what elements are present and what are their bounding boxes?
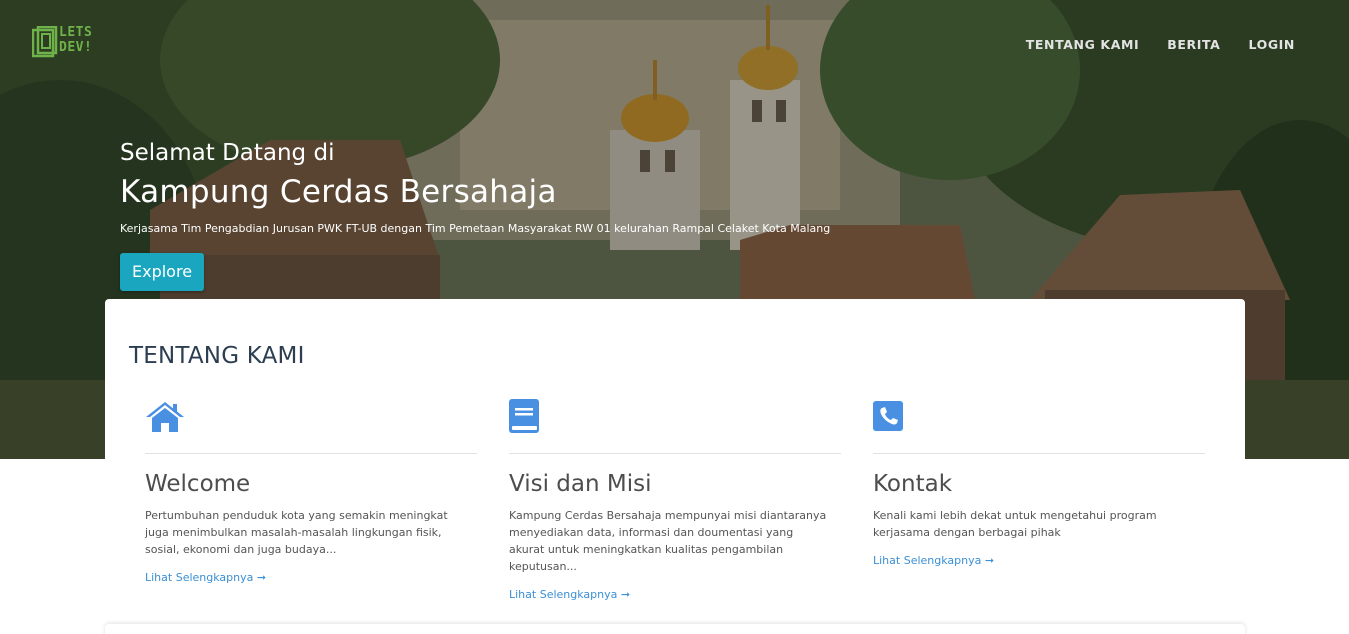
column-title: Kontak bbox=[873, 471, 953, 497]
nav-item-berita[interactable]: BERITA bbox=[1167, 37, 1220, 52]
logo-text-line2: DEV! bbox=[59, 40, 93, 55]
divider bbox=[873, 453, 1205, 454]
next-section-card bbox=[105, 624, 1245, 634]
phone-icon bbox=[873, 401, 903, 431]
hero-description: Kerjasama Tim Pengabdian Jurusan PWK FT-… bbox=[120, 222, 831, 235]
nav-item-login[interactable]: LOGIN bbox=[1248, 37, 1295, 52]
explore-button[interactable]: Explore bbox=[120, 253, 205, 291]
hero-content: Selamat Datang di Kampung Cerdas Bersaha… bbox=[120, 140, 830, 291]
hero-title: Kampung Cerdas Bersahaja bbox=[120, 174, 557, 210]
about-column-visi-misi: Visi dan Misi Kampung Cerdas Bersahaja m… bbox=[509, 399, 841, 602]
logo-mark-icon bbox=[32, 26, 58, 58]
about-column-kontak: Kontak Kenali kami lebih dekat untuk men… bbox=[873, 399, 1205, 568]
logo-text: LETS DEV! bbox=[59, 25, 92, 55]
nav-item-tentang-kami[interactable]: TENTANG KAMI bbox=[1026, 37, 1139, 52]
column-text: Kampung Cerdas Bersahaja mempunyai misi … bbox=[509, 509, 827, 573]
column-title: Visi dan Misi bbox=[509, 471, 652, 497]
about-card: TENTANG KAMI Welcome Pertumbuhan pendudu… bbox=[105, 299, 1245, 617]
column-text: Kenali kami lebih dekat untuk mengetahui… bbox=[873, 509, 1157, 539]
read-more-link[interactable]: Lihat Selengkapnya ➞ bbox=[873, 554, 994, 567]
column-text: Pertumbuhan penduduk kota yang semakin m… bbox=[145, 509, 448, 556]
brand-logo[interactable]: LETS DEV! bbox=[32, 24, 102, 62]
divider bbox=[509, 453, 841, 454]
read-more-link[interactable]: Lihat Selengkapnya ➞ bbox=[509, 588, 630, 601]
main-nav: TENTANG KAMI BERITA LOGIN bbox=[1026, 37, 1295, 52]
section-title: TENTANG KAMI bbox=[129, 343, 305, 369]
column-title: Welcome bbox=[145, 471, 251, 497]
logo-text-line1: LETS bbox=[59, 25, 93, 40]
home-icon bbox=[146, 402, 184, 432]
divider bbox=[145, 453, 477, 454]
read-more-link[interactable]: Lihat Selengkapnya ➞ bbox=[145, 571, 266, 584]
about-column-welcome: Welcome Pertumbuhan penduduk kota yang s… bbox=[145, 399, 477, 585]
book-icon bbox=[509, 399, 539, 433]
hero-greeting: Selamat Datang di bbox=[120, 140, 335, 166]
